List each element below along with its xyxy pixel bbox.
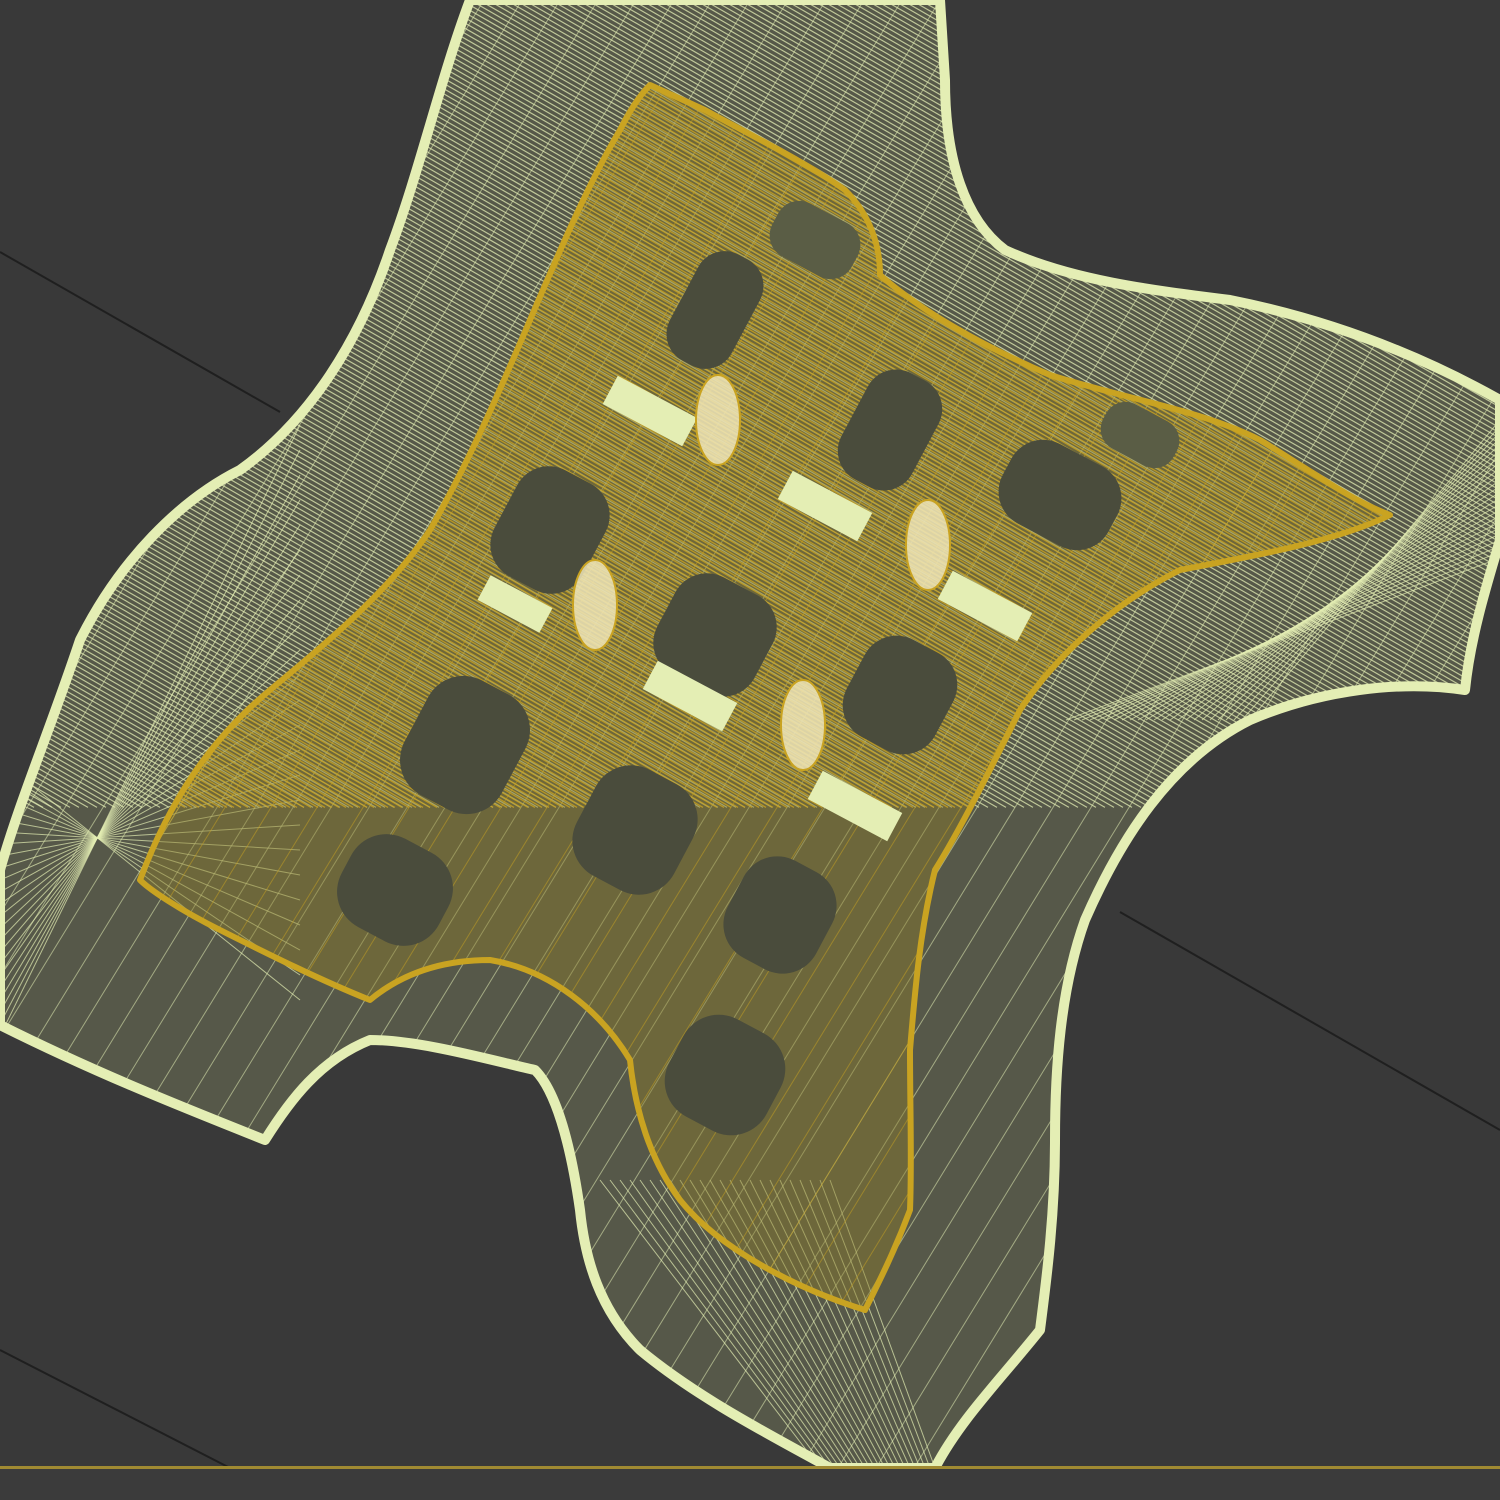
mesh-edge <box>0 0 52 807</box>
grid-line <box>0 1349 231 1468</box>
status-strip <box>0 1469 1500 1500</box>
mesh-edge <box>0 0 30 1468</box>
mesh-edge <box>0 0 17 807</box>
peg <box>780 679 826 771</box>
mesh-edge <box>1293 0 1500 1468</box>
mesh-edge <box>0 0 17 808</box>
grid-line <box>0 251 281 413</box>
mesh-edge <box>0 0 62 808</box>
mesh-edge <box>0 0 45 807</box>
mesh-edge <box>0 0 24 807</box>
peg <box>572 559 618 651</box>
mesh-edge <box>1291 85 1390 1310</box>
wireframe-scene[interactable] <box>0 0 1500 1468</box>
mesh-edge <box>1217 0 1500 1468</box>
mesh-edge <box>0 0 59 807</box>
peg <box>695 374 741 466</box>
mesh-edge <box>0 0 31 807</box>
mesh-edge <box>0 0 3 807</box>
grid-line <box>1119 911 1500 1131</box>
mesh-edge <box>1255 0 1500 1468</box>
mesh-edge <box>0 0 8 808</box>
mesh-edge <box>0 0 35 808</box>
inner-panel-mesh[interactable] <box>0 0 1500 1468</box>
mesh-edge <box>0 0 66 807</box>
mesh-edge <box>1199 85 1390 1310</box>
mesh-edge <box>0 0 53 808</box>
mesh-edge <box>0 0 26 808</box>
mesh-edge <box>1245 85 1390 1310</box>
peg <box>905 499 951 591</box>
3d-viewport[interactable] <box>0 0 1500 1468</box>
mesh-edge <box>0 0 38 807</box>
mesh-edge <box>0 0 10 807</box>
mesh-edge <box>0 0 29 1468</box>
mesh-edge <box>0 0 44 808</box>
